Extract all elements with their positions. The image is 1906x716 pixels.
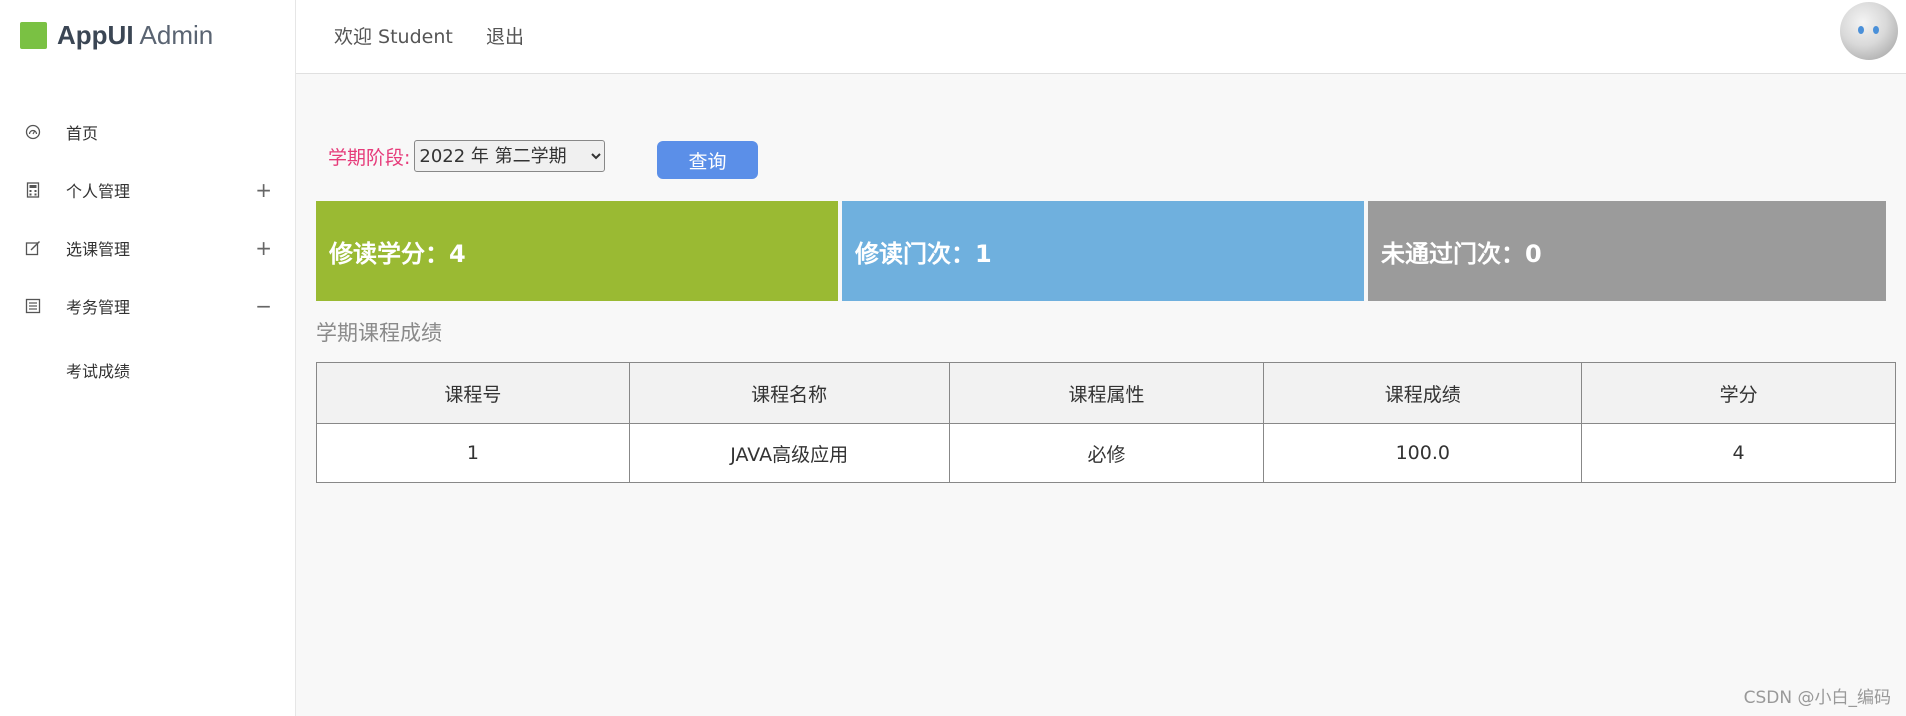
table-row: 1 JAVA高级应用 必修 100.0 4 xyxy=(316,423,1896,483)
dashboard-icon xyxy=(25,124,41,140)
expand-icon[interactable]: + xyxy=(255,236,272,260)
top-header: 欢迎 Student 退出 xyxy=(296,0,1906,74)
sidebar-item-personal[interactable]: 个人管理 + xyxy=(0,161,296,219)
brand-name: AppUI Admin xyxy=(57,20,213,51)
column-header: 课程名称 xyxy=(628,362,950,424)
sidebar: AppUI Admin 首页 个人管理 + 选课管理 + 考务管理 − 考试成绩 xyxy=(0,0,296,716)
semester-label: 学期阶段: xyxy=(328,146,411,169)
column-header: 课程属性 xyxy=(948,362,1265,424)
sidebar-item-exam-affairs[interactable]: 考务管理 − xyxy=(0,277,296,335)
sidebar-item-label: 选课管理 xyxy=(66,240,131,259)
stat-failed: 未通过门次：0 xyxy=(1368,201,1886,301)
table-cell: JAVA高级应用 xyxy=(628,423,950,483)
query-button[interactable]: 查询 xyxy=(657,141,758,179)
collapse-icon[interactable]: − xyxy=(255,294,272,318)
welcome-text: 欢迎 Student xyxy=(334,26,453,48)
stat-courses: 修读门次：1 xyxy=(842,201,1364,301)
sidebar-item-label: 个人管理 xyxy=(66,182,131,201)
section-title: 学期课程成绩 xyxy=(316,321,442,345)
brand-strong: AppUI xyxy=(57,19,134,50)
table-header-row: 课程号 课程名称 课程属性 课程成绩 学分 xyxy=(316,362,1896,424)
stat-credits: 修读学分：4 xyxy=(316,201,838,301)
table-cell: 1 xyxy=(316,423,630,483)
column-header: 课程号 xyxy=(316,362,630,424)
brand-logo xyxy=(20,21,47,49)
column-header: 学分 xyxy=(1581,362,1896,424)
sidebar-item-course-selection[interactable]: 选课管理 + xyxy=(0,219,296,277)
logout-link[interactable]: 退出 xyxy=(486,22,524,49)
calculator-icon xyxy=(25,182,41,198)
avatar-eye xyxy=(1873,26,1879,34)
sidebar-subitem-label: 考试成绩 xyxy=(66,362,131,381)
table-cell: 100.0 xyxy=(1263,423,1583,483)
edit-icon xyxy=(25,240,41,256)
avatar[interactable] xyxy=(1840,2,1898,60)
semester-select[interactable]: 2022 年 第二学期 xyxy=(414,140,606,172)
table-cell: 必修 xyxy=(948,423,1265,483)
sidebar-item-label: 考务管理 xyxy=(66,298,131,317)
sidebar-subitem-exam-scores[interactable]: 考试成绩 xyxy=(0,341,296,399)
avatar-eye xyxy=(1858,26,1864,34)
stats-panel: 修读学分：4 修读门次：1 未通过门次：0 xyxy=(316,201,1886,301)
sidebar-menu: 首页 个人管理 + 选课管理 + 考务管理 − 考试成绩 xyxy=(0,103,296,399)
expand-icon[interactable]: + xyxy=(255,178,272,202)
list-icon xyxy=(25,298,41,314)
watermark: CSDN @小白_编码 xyxy=(1743,688,1891,708)
sidebar-item-label: 首页 xyxy=(66,124,99,143)
semester-filter: 学期阶段: 2022 年 第二学期 xyxy=(328,140,606,172)
brand[interactable]: AppUI Admin xyxy=(20,18,213,52)
table-cell: 4 xyxy=(1581,423,1896,483)
brand-light: Admin xyxy=(139,19,214,50)
scores-table: 课程号 课程名称 课程属性 课程成绩 学分 1 JAVA高级应用 必修 100.… xyxy=(316,362,1896,483)
column-header: 课程成绩 xyxy=(1263,362,1583,424)
sidebar-item-home[interactable]: 首页 xyxy=(0,103,296,161)
